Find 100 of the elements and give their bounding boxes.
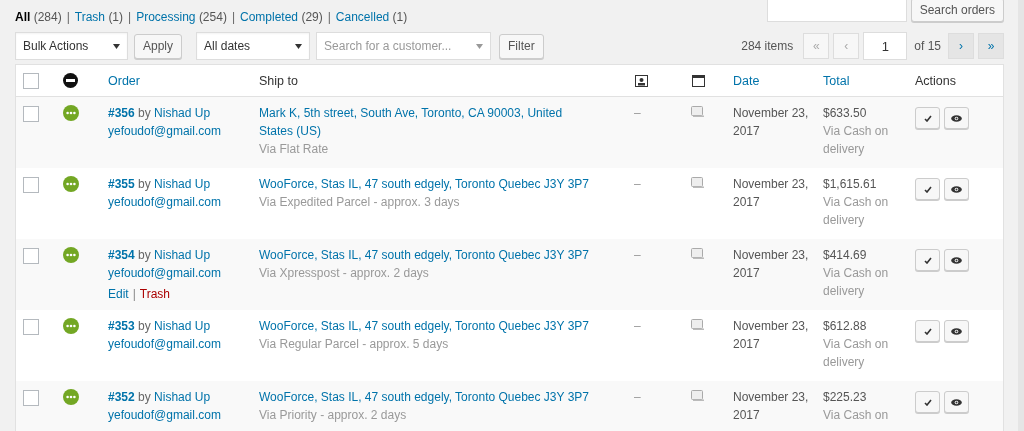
separator: |: [132, 287, 136, 301]
caret-icon: [295, 43, 303, 49]
customer-link[interactable]: Nishad Up: [154, 319, 211, 333]
shipping-method: Via Regular Parcel - approx. 5 days: [259, 336, 450, 353]
order-date: November 23, 2017: [733, 176, 810, 211]
payment-method: Via Cash on delivery: [823, 336, 890, 371]
column-header: Ship to: [259, 72, 298, 90]
view-link[interactable]: All (284): [15, 10, 62, 24]
payment-method: Via Cash on delivery: [823, 265, 890, 300]
order-link[interactable]: #356: [108, 106, 135, 120]
row-checkbox[interactable]: [23, 390, 39, 406]
view-button[interactable]: [944, 320, 969, 342]
view-button[interactable]: [944, 107, 969, 129]
filter-button[interactable]: Filter: [499, 33, 544, 59]
eye-icon: [951, 398, 962, 406]
window-icon: [691, 106, 704, 117]
order-link[interactable]: #355: [108, 177, 135, 191]
order-link[interactable]: #354: [108, 248, 135, 262]
shipping-method: Via Priority - approx. 2 days: [259, 407, 408, 424]
view-link[interactable]: Completed (29): [240, 10, 323, 24]
column-header: Actions: [915, 72, 956, 90]
check-icon: [923, 185, 932, 193]
complete-button[interactable]: [915, 320, 940, 342]
date-select[interactable]: All dates: [196, 32, 311, 60]
address-link[interactable]: WooForce, Stas IL, 47 south edgely, Toronto Quebec J3Y 3P7: [259, 317, 616, 335]
address-link[interactable]: Mark K, 5th street, South Ave, Toronto, CA 90003, United States (US): [259, 104, 616, 140]
complete-button[interactable]: [915, 249, 940, 271]
apply-button[interactable]: Apply: [134, 33, 183, 59]
order-total: $612.88: [823, 318, 868, 335]
last-page-button[interactable]: »: [978, 33, 1004, 59]
status-icon: [63, 73, 78, 88]
email-link[interactable]: yefoudof@gmail.com: [108, 266, 221, 280]
column-header[interactable]: Date: [733, 71, 760, 90]
billing-value: –: [634, 106, 641, 120]
window-icon: [691, 390, 704, 401]
trash-link[interactable]: Trash: [139, 287, 171, 301]
order-date: November 23, 2017: [733, 318, 810, 353]
search-orders-button[interactable]: Search orders: [910, 0, 1004, 22]
column-header[interactable]: Total: [823, 71, 850, 90]
customer-link[interactable]: Nishad Up: [154, 106, 211, 120]
contact-card-icon: [635, 74, 648, 87]
page-number-field[interactable]: 1: [863, 32, 908, 60]
page-total: of 15: [914, 39, 941, 53]
shipping-method: Via Flat Rate: [259, 141, 330, 158]
caret-icon: [113, 43, 120, 49]
order-date: November 23, 2017: [733, 389, 810, 424]
order-total: $633.50: [823, 105, 868, 122]
view-button[interactable]: [944, 249, 969, 271]
email-link[interactable]: yefoudof@gmail.com: [108, 337, 221, 351]
row-checkbox[interactable]: [23, 319, 39, 335]
select-all-checkbox[interactable]: [23, 72, 39, 89]
row-checkbox[interactable]: [23, 248, 39, 264]
by-label: by: [138, 248, 151, 262]
by-label: by: [138, 106, 151, 120]
check-icon: [923, 327, 932, 335]
order-total: $414.69: [823, 247, 868, 264]
complete-button[interactable]: [915, 391, 940, 413]
search-field[interactable]: [766, 0, 907, 22]
view-link[interactable]: Processing (254): [136, 10, 227, 24]
billing-value: –: [634, 248, 641, 262]
check-icon: [923, 114, 932, 122]
by-label: by: [138, 177, 151, 191]
next-page-button[interactable]: ›: [948, 33, 974, 59]
window-icon: [691, 177, 704, 188]
customer-link[interactable]: Nishad Up: [154, 390, 211, 404]
order-link[interactable]: #353: [108, 319, 135, 333]
customer-link[interactable]: Nishad Up: [154, 248, 211, 262]
order-total: $1,615.61: [823, 176, 878, 193]
order-link[interactable]: #352: [108, 390, 135, 404]
bulk-actions-select[interactable]: Bulk Actions: [15, 32, 128, 60]
eye-icon: [951, 327, 962, 335]
view-button[interactable]: [944, 178, 969, 200]
check-icon: [923, 398, 932, 406]
edit-link[interactable]: Edit: [108, 287, 129, 301]
address-link[interactable]: WooForce, Stas IL, 47 south edgely, Toronto Quebec J3Y 3P7: [259, 246, 616, 264]
row-checkbox[interactable]: [23, 106, 39, 122]
billing-value: –: [634, 177, 641, 191]
view-link[interactable]: Trash (1): [74, 10, 124, 24]
customer-link[interactable]: Nishad Up: [154, 177, 211, 191]
payment-method: Via Cash on delivery: [823, 123, 890, 158]
row-checkbox[interactable]: [23, 177, 39, 193]
column-header[interactable]: Order: [108, 71, 140, 90]
address-link[interactable]: WooForce, Stas IL, 47 south edgely, Toronto Quebec J3Y 3P7: [259, 175, 616, 193]
view-link[interactable]: Cancelled (1): [335, 10, 408, 24]
complete-button[interactable]: [915, 178, 940, 200]
separator: |: [66, 10, 70, 24]
view-button[interactable]: [944, 391, 969, 413]
order-date: November 23, 2017: [733, 247, 810, 282]
email-link[interactable]: yefoudof@gmail.com: [108, 408, 221, 422]
billing-value: –: [634, 390, 641, 404]
shipping-method: Via Expedited Parcel - approx. 3 days: [259, 194, 461, 211]
shipping-method: Via Xpresspost - approx. 2 days: [259, 265, 430, 282]
billing-value: –: [634, 319, 641, 333]
email-link[interactable]: yefoudof@gmail.com: [108, 124, 221, 138]
complete-button[interactable]: [915, 107, 940, 129]
customer-search-field[interactable]: Search for a customer...: [316, 32, 492, 60]
email-link[interactable]: yefoudof@gmail.com: [108, 195, 221, 209]
address-link[interactable]: WooForce, Stas IL, 47 south edgely, Toronto Quebec J3Y 3P7: [259, 388, 616, 406]
items-count: 284 items: [741, 39, 794, 53]
by-label: by: [138, 319, 151, 333]
